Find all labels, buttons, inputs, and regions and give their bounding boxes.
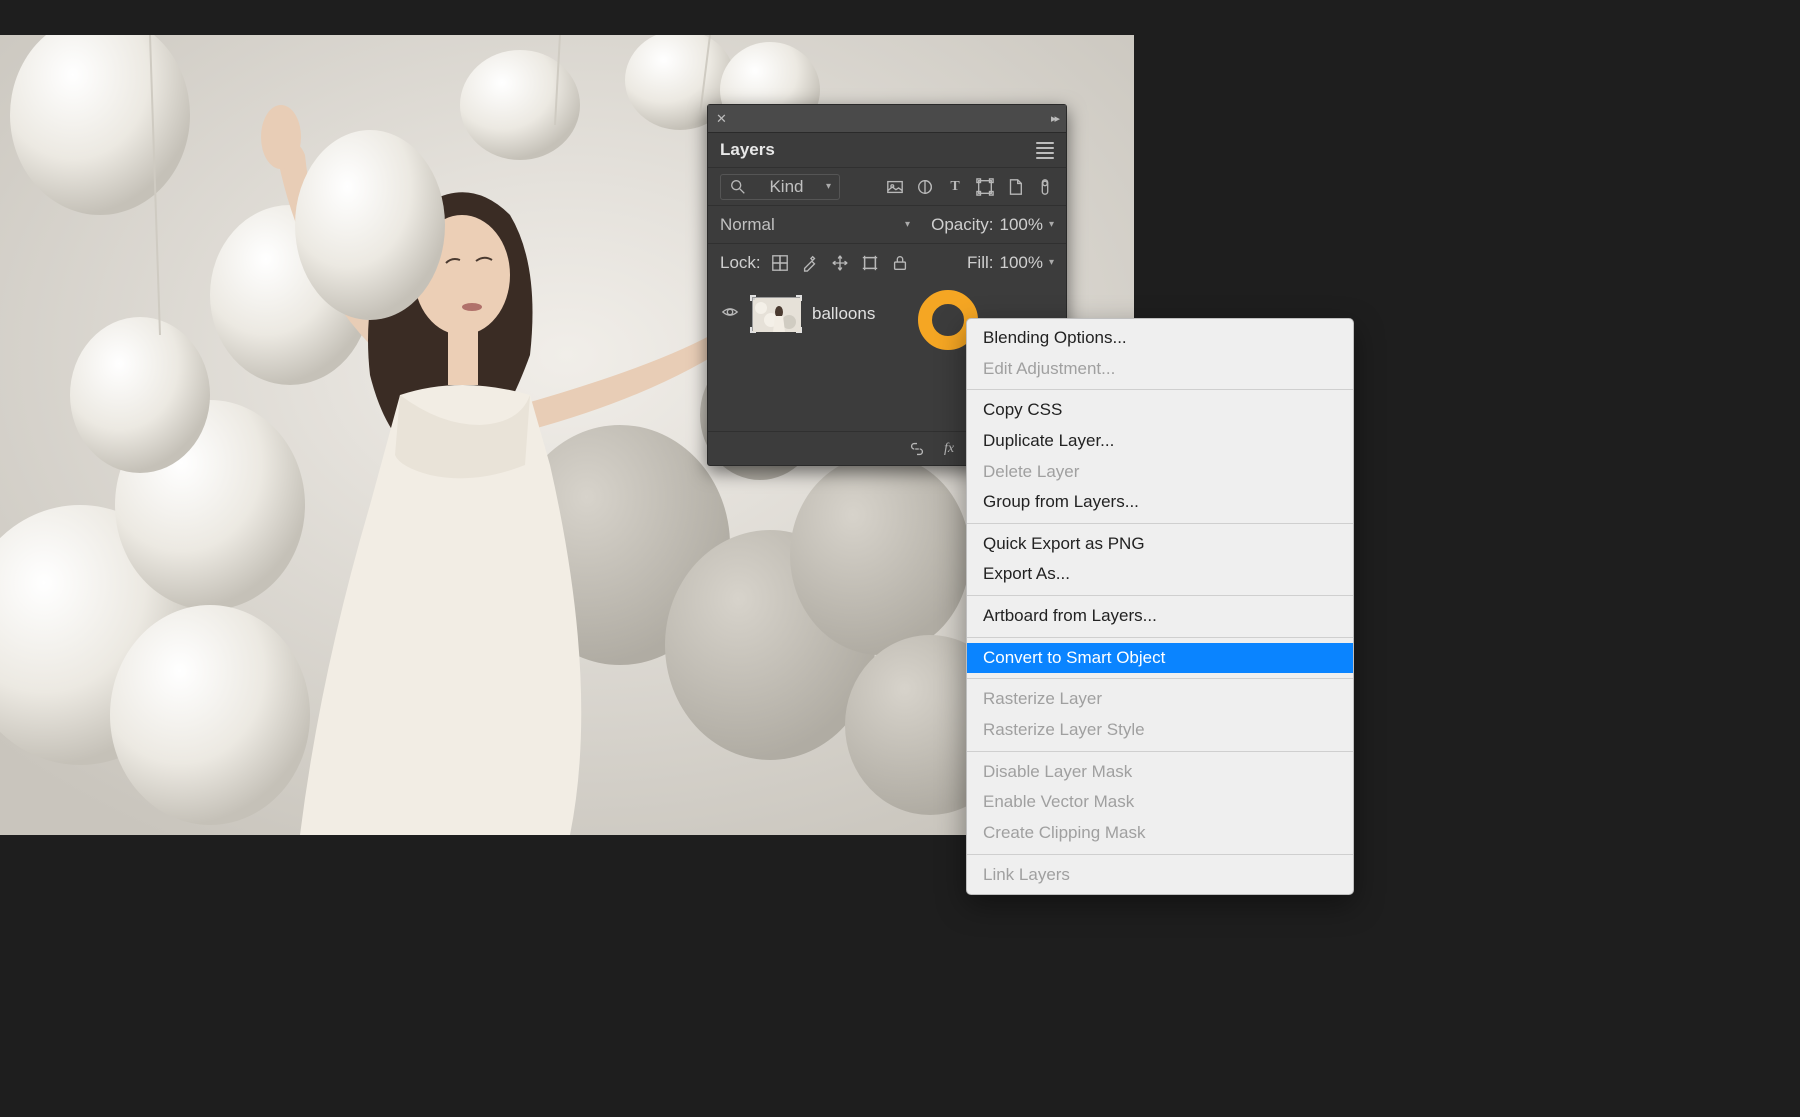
chevron-down-icon[interactable]: ▾ <box>1049 219 1054 230</box>
filter-smartobject-icon[interactable] <box>1006 178 1024 196</box>
menu-separator <box>967 389 1353 390</box>
menu-item-rasterize-layer: Rasterize Layer <box>967 684 1353 715</box>
layers-tab[interactable]: Layers <box>720 140 775 160</box>
layer-name-label[interactable]: balloons <box>812 304 875 324</box>
menu-separator <box>967 678 1353 679</box>
filter-toggle-icon[interactable] <box>1036 178 1054 196</box>
filter-kind-dropdown[interactable]: Kind ▾ <box>720 174 840 200</box>
opacity-value[interactable]: 100% <box>999 215 1042 235</box>
menu-separator <box>967 637 1353 638</box>
link-layers-icon[interactable] <box>908 440 926 458</box>
menu-separator <box>967 751 1353 752</box>
blend-mode-value: Normal <box>720 215 775 235</box>
menu-item-copy-css[interactable]: Copy CSS <box>967 395 1353 426</box>
fill-value[interactable]: 100% <box>999 253 1042 273</box>
filter-kind-label: Kind <box>769 177 803 197</box>
panel-collapse-button[interactable]: ▸▸ <box>1051 112 1058 125</box>
filter-row: Kind ▾ T <box>708 167 1066 205</box>
menu-item-artboard-from-layers[interactable]: Artboard from Layers... <box>967 601 1353 632</box>
layer-context-menu: Blending Options...Edit Adjustment... Cop… <box>966 318 1354 895</box>
chevron-down-icon: ▾ <box>826 181 831 192</box>
menu-separator <box>967 854 1353 855</box>
opacity-label: Opacity: <box>931 215 993 235</box>
visibility-toggle-icon[interactable] <box>720 303 740 326</box>
panel-tabs: Layers <box>708 133 1066 167</box>
menu-item-enable-vector-mask: Enable Vector Mask <box>967 787 1353 818</box>
layer-fx-icon[interactable]: fx <box>940 440 958 458</box>
search-icon <box>729 178 747 196</box>
lock-artboard-icon[interactable] <box>861 254 879 272</box>
menu-item-rasterize-layer-style: Rasterize Layer Style <box>967 715 1353 746</box>
blend-opacity-row: Normal ▾ Opacity: 100% ▾ <box>708 205 1066 243</box>
menu-item-delete-layer: Delete Layer <box>967 457 1353 488</box>
panel-close-button[interactable]: ✕ <box>716 111 727 127</box>
blend-mode-dropdown[interactable]: Normal ▾ <box>720 212 910 238</box>
fill-label: Fill: <box>967 253 993 273</box>
menu-item-blending-options[interactable]: Blending Options... <box>967 323 1353 354</box>
filter-adjustment-icon[interactable] <box>916 178 934 196</box>
menu-item-quick-export-as-png[interactable]: Quick Export as PNG <box>967 529 1353 560</box>
menu-item-export-as[interactable]: Export As... <box>967 559 1353 590</box>
menu-item-create-clipping-mask: Create Clipping Mask <box>967 818 1353 849</box>
menu-item-group-from-layers[interactable]: Group from Layers... <box>967 487 1353 518</box>
panel-menu-button[interactable] <box>1036 142 1054 159</box>
filter-text-icon[interactable]: T <box>946 178 964 196</box>
lock-transparent-icon[interactable] <box>771 254 789 272</box>
chevron-down-icon: ▾ <box>905 219 910 230</box>
menu-item-convert-to-smart-object[interactable]: Convert to Smart Object <box>967 643 1353 674</box>
filter-shape-icon[interactable] <box>976 178 994 196</box>
lock-label: Lock: <box>720 253 761 273</box>
lock-fill-row: Lock: Fill: 100% ▾ <box>708 243 1066 281</box>
chevron-down-icon[interactable]: ▾ <box>1049 257 1054 268</box>
layer-thumbnail[interactable] <box>752 297 800 331</box>
menu-separator <box>967 523 1353 524</box>
lock-all-icon[interactable] <box>891 254 909 272</box>
filter-image-icon[interactable] <box>886 178 904 196</box>
menu-item-edit-adjustment: Edit Adjustment... <box>967 354 1353 385</box>
panel-header: ✕ ▸▸ <box>708 105 1066 133</box>
lock-position-icon[interactable] <box>831 254 849 272</box>
menu-separator <box>967 595 1353 596</box>
menu-item-duplicate-layer[interactable]: Duplicate Layer... <box>967 426 1353 457</box>
menu-item-disable-layer-mask: Disable Layer Mask <box>967 757 1353 788</box>
lock-paint-icon[interactable] <box>801 254 819 272</box>
menu-item-link-layers: Link Layers <box>967 860 1353 891</box>
